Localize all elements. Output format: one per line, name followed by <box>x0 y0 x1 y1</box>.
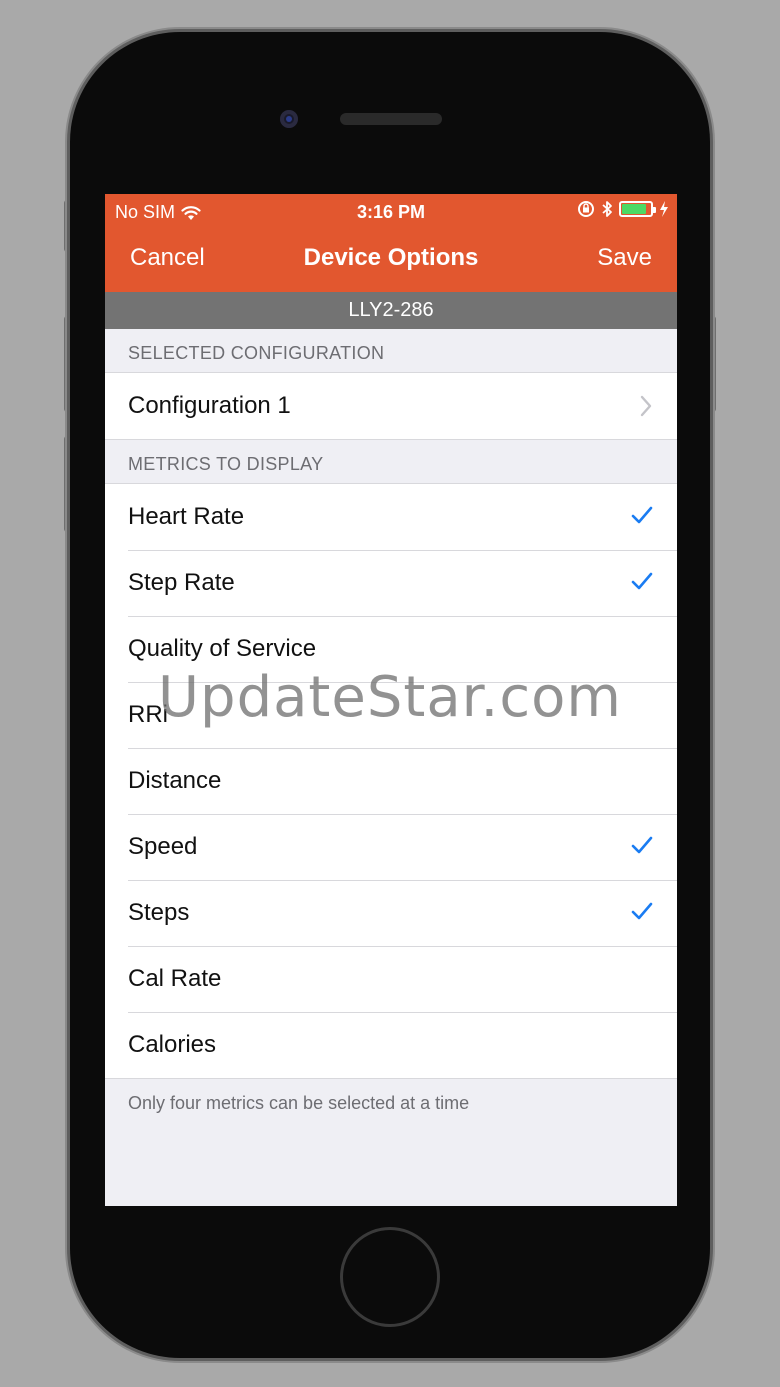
status-icons <box>577 200 669 218</box>
metric-row[interactable]: Quality of Service <box>105 616 677 682</box>
metric-row[interactable]: Distance <box>105 748 677 814</box>
configuration-group: Configuration 1 <box>105 372 677 440</box>
status-bar: No SIM 3:16 PM <box>105 194 677 228</box>
metric-row[interactable]: Calories <box>105 1012 677 1078</box>
metric-row[interactable]: Steps <box>105 880 677 946</box>
page-title: Device Options <box>303 244 479 271</box>
charging-bolt-icon <box>660 201 668 217</box>
earpiece-speaker <box>340 113 442 125</box>
metric-label: Step Rate <box>128 569 235 596</box>
metric-label: Calories <box>128 1031 217 1058</box>
configuration-row[interactable]: Configuration 1 <box>105 373 677 439</box>
chevron-right-icon <box>640 395 652 417</box>
navigation-bar: Cancel Device Options Save <box>105 240 677 280</box>
checkmark-icon <box>631 506 653 524</box>
save-button[interactable]: Save <box>597 244 652 272</box>
metric-row[interactable]: Speed <box>105 814 677 880</box>
metric-label: Quality of Service <box>128 635 317 662</box>
metrics-list: Heart Rate Step Rate Quality of Service RRi… <box>105 483 677 1079</box>
app-header: No SIM 3:16 PM Cancel Device Options Sav… <box>105 194 677 292</box>
metric-label: Cal Rate <box>128 965 222 992</box>
checkmark-icon <box>631 836 653 854</box>
metric-row[interactable]: Cal Rate <box>105 946 677 1012</box>
battery-level <box>622 204 646 214</box>
app-screen: No SIM 3:16 PM Cancel Device Options Sav… <box>105 194 677 1206</box>
metrics-header: METRICS TO DISPLAY <box>128 454 324 474</box>
checkmark-icon <box>631 902 653 920</box>
metric-label: RRi <box>128 701 168 728</box>
metric-label: Speed <box>128 833 198 860</box>
metric-label: Distance <box>128 767 222 794</box>
orientation-lock-icon <box>578 201 594 217</box>
metric-label: Steps <box>128 899 190 926</box>
metric-row[interactable]: Step Rate <box>105 550 677 616</box>
metrics-footer-note: Only four metrics can be selected at a t… <box>128 1093 470 1113</box>
metric-row[interactable]: RRi <box>105 682 677 748</box>
front-camera <box>280 110 298 128</box>
selected-configuration-header: SELECTED CONFIGURATION <box>128 343 385 363</box>
configuration-label: Configuration 1 <box>128 392 291 419</box>
home-button[interactable] <box>340 1227 440 1327</box>
device-name-bar: LLY2-286 <box>105 292 677 329</box>
metric-row[interactable]: Heart Rate <box>105 484 677 550</box>
bluetooth-icon <box>602 201 612 217</box>
checkmark-icon <box>631 572 653 590</box>
metric-label: Heart Rate <box>128 503 245 530</box>
battery-icon <box>619 201 656 217</box>
